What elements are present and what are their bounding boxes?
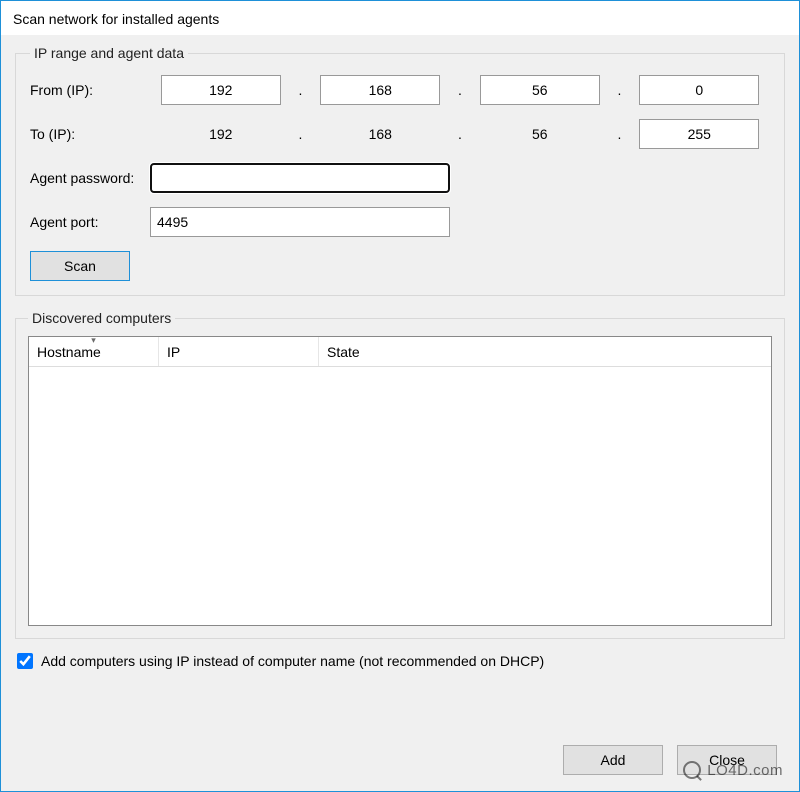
use-ip-checkbox-row[interactable]: Add computers using IP instead of comput… — [17, 653, 783, 669]
agent-password-row: Agent password: — [30, 163, 770, 193]
list-body[interactable] — [29, 367, 771, 625]
to-ip-label: To (IP): — [30, 126, 150, 142]
column-hostname[interactable]: ▾ Hostname — [29, 337, 159, 366]
ip-range-legend: IP range and agent data — [30, 45, 188, 61]
scan-button[interactable]: Scan — [30, 251, 130, 281]
from-ip-label: From (IP): — [30, 82, 150, 98]
discovered-legend: Discovered computers — [28, 310, 175, 326]
dialog-footer-buttons: Add Close — [563, 745, 777, 775]
to-ip-octet-4[interactable] — [639, 119, 759, 149]
ip-dot: . — [292, 126, 310, 142]
window-title: Scan network for installed agents — [13, 11, 219, 27]
ip-dot: . — [611, 82, 629, 98]
to-ip-octet-3: 56 — [480, 126, 600, 142]
from-ip-octet-2[interactable] — [320, 75, 440, 105]
dialog-client-area: IP range and agent data From (IP): . . .… — [1, 35, 799, 791]
column-ip[interactable]: IP — [159, 337, 319, 366]
column-state-label: State — [327, 344, 360, 360]
column-ip-label: IP — [167, 344, 180, 360]
use-ip-checkbox-label: Add computers using IP instead of comput… — [41, 653, 544, 669]
from-ip-octet-3[interactable] — [480, 75, 600, 105]
agent-password-field[interactable] — [150, 163, 450, 193]
agent-password-label: Agent password: — [30, 170, 150, 186]
scan-button-row: Scan — [30, 251, 770, 281]
ip-dot: . — [611, 126, 629, 142]
discovered-group: Discovered computers ▾ Hostname IP State — [15, 310, 785, 639]
to-ip-row: To (IP): 192 . 168 . 56 . — [30, 119, 770, 149]
to-ip-octet-2: 168 — [320, 126, 440, 142]
use-ip-checkbox[interactable] — [17, 653, 33, 669]
add-button[interactable]: Add — [563, 745, 663, 775]
agent-port-field[interactable] — [150, 207, 450, 237]
chevron-down-icon: ▾ — [91, 335, 96, 346]
from-ip-octet-4[interactable] — [639, 75, 759, 105]
window-titlebar[interactable]: Scan network for installed agents — [1, 1, 799, 35]
list-header: ▾ Hostname IP State — [29, 337, 771, 367]
from-ip-octet-1[interactable] — [161, 75, 281, 105]
from-ip-row: From (IP): . . . — [30, 75, 770, 105]
column-state[interactable]: State — [319, 337, 771, 366]
ip-range-group: IP range and agent data From (IP): . . .… — [15, 45, 785, 296]
to-ip-octet-1: 192 — [161, 126, 281, 142]
agent-port-label: Agent port: — [30, 214, 150, 230]
discovered-list[interactable]: ▾ Hostname IP State — [28, 336, 772, 626]
dialog-window: Scan network for installed agents IP ran… — [0, 0, 800, 792]
ip-dot: . — [451, 82, 469, 98]
agent-port-row: Agent port: — [30, 207, 770, 237]
ip-dot: . — [451, 126, 469, 142]
ip-dot: . — [292, 82, 310, 98]
close-button[interactable]: Close — [677, 745, 777, 775]
